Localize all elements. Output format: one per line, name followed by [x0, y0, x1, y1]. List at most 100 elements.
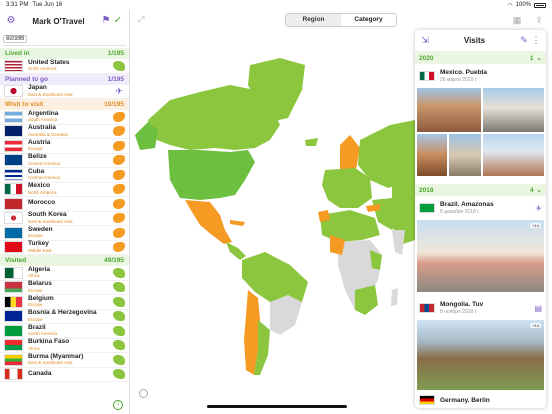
view-mode-segmented-control: Region Category — [285, 13, 397, 27]
country-shape-icon — [113, 242, 125, 253]
country-name: South Korea — [28, 211, 67, 219]
flag-icon — [4, 310, 23, 323]
share-icon[interactable]: ⇪ — [534, 15, 544, 25]
country-region: Africa — [28, 345, 40, 351]
country-row[interactable]: Sweden Europe — [0, 226, 129, 241]
section-header-planned[interactable]: Planned to go 1/195 — [0, 73, 129, 85]
settings-gear-icon[interactable]: ⚙ — [5, 15, 17, 27]
country-row[interactable]: Cuba Central America — [0, 168, 129, 183]
country-region: Europe — [28, 316, 43, 322]
country-row[interactable]: Morocco — [0, 197, 129, 212]
country-shape-icon — [113, 267, 125, 278]
country-region: Europe — [28, 302, 43, 308]
expand-icon[interactable]: ⤢ — [138, 15, 148, 25]
battery-percent: 100% — [515, 2, 531, 8]
map-iceland — [305, 138, 318, 146]
country-row[interactable]: Australia Australia & Oceania — [0, 125, 129, 139]
country-row[interactable]: Belarus Europe — [0, 281, 129, 295]
photo[interactable] — [417, 134, 447, 176]
photo[interactable] — [483, 134, 544, 176]
more-options-icon[interactable]: ⋮ — [530, 35, 542, 46]
map-madagascar — [391, 288, 398, 306]
edit-icon[interactable]: ✎ — [518, 35, 530, 46]
search-placeholder: World — [6, 35, 25, 42]
flag-icon — [4, 125, 23, 138]
info-icon[interactable]: i — [113, 400, 123, 410]
country-shape-icon: ✈ — [115, 86, 123, 97]
country-row[interactable]: Japan East & Southeast Asia ✈ — [0, 85, 129, 99]
collapse-panel-icon[interactable]: ⇲ — [419, 35, 431, 46]
flag-icon — [4, 85, 23, 98]
year-header-2018[interactable]: 2018 4 ⌄ — [415, 184, 546, 196]
country-row[interactable]: South Korea East & Southeast Asia — [0, 211, 129, 226]
country-row[interactable]: Belgium Europe — [0, 295, 129, 310]
tab-region[interactable]: Region — [286, 14, 341, 26]
country-row[interactable]: Turkey Middle East — [0, 241, 129, 255]
section-header-wish[interactable]: Wish to visit 10/195 — [0, 99, 129, 110]
status-time: 3:31 PM — [6, 2, 29, 8]
visit-entry-mexico[interactable]: Mexico. Puebla 26 марта 2020 г. — [415, 64, 546, 88]
country-shape-icon — [113, 311, 125, 322]
world-map[interactable] — [130, 30, 415, 400]
photo[interactable] — [449, 134, 481, 176]
map-cuba — [230, 220, 245, 226]
country-row[interactable]: Mexico North America — [0, 183, 129, 197]
country-shape-icon — [113, 369, 125, 380]
country-region: Europe — [28, 287, 43, 293]
photo-mongolia[interactable]: +14 — [417, 320, 544, 390]
section-header-visited[interactable]: Visited 49/195 — [0, 255, 129, 266]
country-shape-icon — [113, 60, 125, 71]
country-region: South America — [28, 331, 58, 337]
calendar-icon[interactable]: ▦ — [512, 15, 522, 25]
photo[interactable]: +14 — [417, 220, 544, 292]
country-region: South America — [28, 117, 58, 123]
country-row[interactable]: Bosnia & Herzegovina Europe — [0, 310, 129, 324]
country-region: Europe — [28, 233, 43, 239]
country-row[interactable]: Algeria Africa — [0, 266, 129, 281]
battery-icon — [534, 2, 546, 8]
section-header-lived[interactable]: Lived in 1/195 — [0, 48, 129, 59]
photo[interactable] — [417, 88, 481, 132]
photo-brazil[interactable]: +14 — [417, 220, 544, 292]
section-label: Lived in — [5, 50, 30, 57]
tab-category[interactable]: Category — [341, 14, 396, 26]
visit-entry-brazil[interactable]: Brazil. Amazonas 8 декабря 2018 г. ✈ — [415, 196, 546, 220]
photo-grid-mexico[interactable] — [417, 88, 544, 176]
photo[interactable] — [483, 88, 544, 132]
country-row[interactable]: United States North America — [0, 59, 129, 74]
country-row[interactable]: Argentina South America — [0, 110, 129, 125]
country-shape-icon — [113, 227, 125, 238]
visit-entry-mongolia[interactable]: Mongolia. Tuv 8 ноября 2018 г. ▤ — [415, 296, 546, 320]
section-label: Planned to go — [5, 75, 48, 83]
country-list: Lived in 1/195 United States North Americ… — [0, 48, 129, 382]
chevron-down-icon: ⌄ — [536, 187, 542, 194]
country-shape-icon — [113, 198, 125, 209]
photo[interactable]: +14 — [417, 320, 544, 390]
map-legend-toggle-icon[interactable] — [139, 389, 148, 398]
search-field[interactable]: World 62/195 — [3, 32, 126, 46]
sidebar-header: ⚙ Mark O'Travel ⚑ ✓ — [0, 10, 129, 32]
country-row[interactable]: Burkina Faso Africa — [0, 339, 129, 353]
country-shape-icon — [113, 169, 125, 180]
country-row[interactable]: Belize Central America — [0, 154, 129, 168]
flag-icon — [4, 324, 23, 337]
chevron-down-icon: ⌄ — [536, 55, 542, 62]
country-row[interactable]: Brazil South America — [0, 324, 129, 339]
flag-icon — [4, 266, 23, 279]
flag-icon — [4, 139, 23, 152]
country-row[interactable]: Austria Europe — [0, 139, 129, 154]
flag-icon — [4, 197, 23, 210]
flag-marker-icon[interactable]: ⚑ — [100, 15, 112, 27]
visits-header: ⇲ Visits ✎ ⋮ — [415, 30, 546, 52]
country-row[interactable]: Burma (Myanmar) East & Southeast Asia — [0, 353, 129, 368]
more-photos-badge: +14 — [530, 223, 541, 228]
home-indicator — [207, 405, 347, 408]
country-row[interactable]: Canada — [0, 368, 129, 382]
visit-entry-germany[interactable]: Germany. Berlin — [415, 392, 546, 408]
country-shape-icon — [113, 184, 125, 195]
country-region: Central America — [28, 175, 61, 181]
year-header-2020[interactable]: 2020 1 ⌄ — [415, 52, 546, 64]
country-region: North America — [28, 189, 57, 195]
country-region: Middle East — [28, 247, 52, 253]
check-circle-icon[interactable]: ✓ — [112, 15, 124, 27]
